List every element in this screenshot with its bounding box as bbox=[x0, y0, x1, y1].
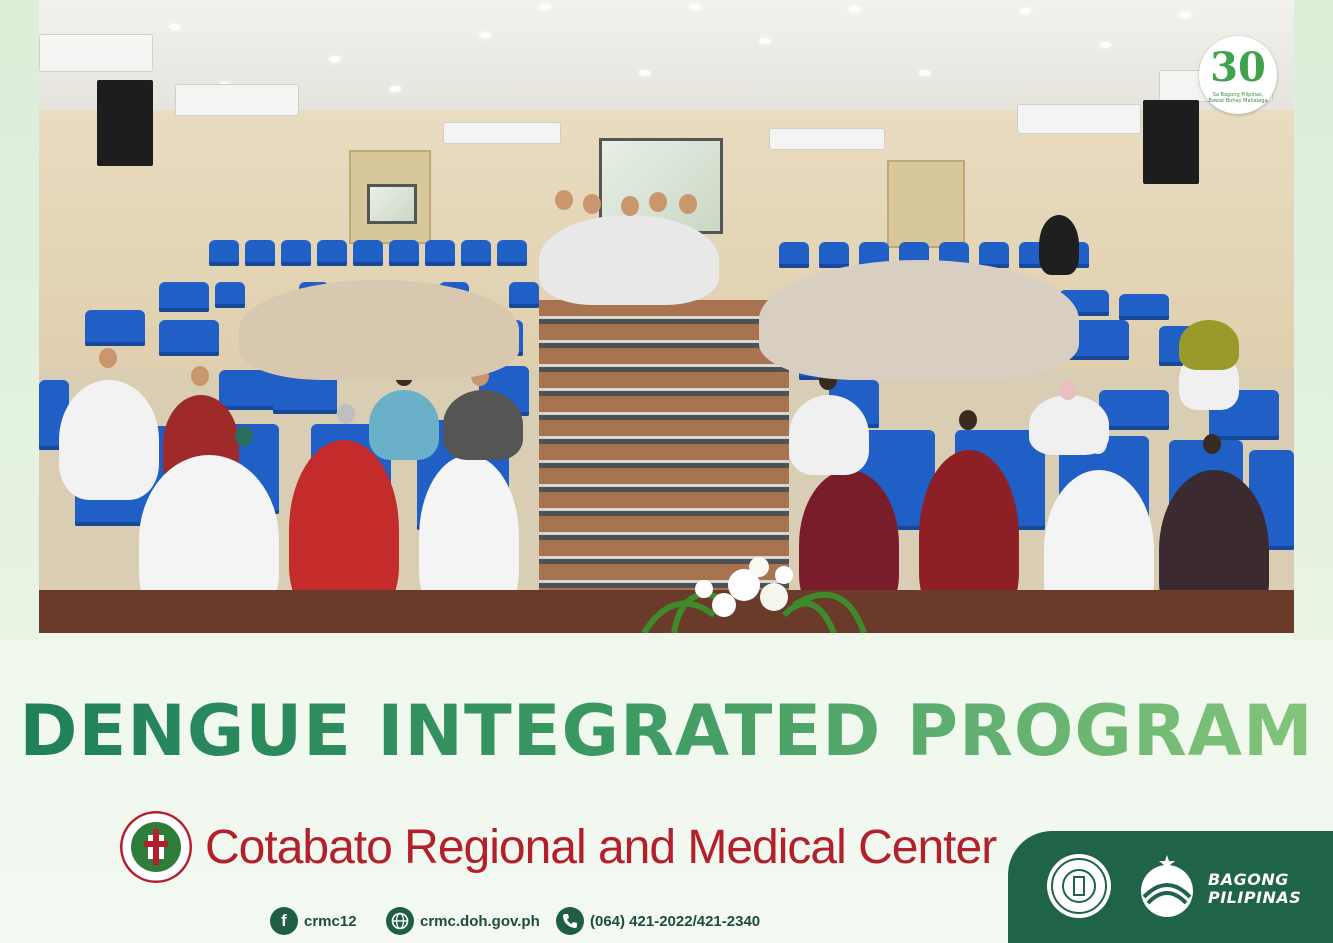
slogan-line-1: BAGONG bbox=[1208, 870, 1289, 889]
facebook-contact[interactable]: f crmc12 bbox=[270, 906, 357, 936]
bagong-pilipinas-text: BAGONG PILIPINAS bbox=[1208, 871, 1328, 907]
right-border bbox=[1293, 0, 1333, 640]
badge-number: 30 bbox=[1210, 44, 1266, 91]
aircon-unit bbox=[1017, 104, 1141, 134]
facebook-icon: f bbox=[270, 907, 298, 935]
anniversary-badge: 30 Sa Bagong Pilipinas, Bawat Buhay Maha… bbox=[1199, 36, 1277, 114]
aircon-unit bbox=[443, 122, 561, 144]
phone-icon bbox=[556, 907, 584, 935]
crmc-seal-icon bbox=[120, 811, 192, 883]
aircon-unit bbox=[175, 84, 299, 116]
speaker bbox=[1143, 100, 1199, 184]
website-url: crmc.doh.gov.ph bbox=[420, 912, 540, 930]
badge-tagline: Sa Bagong Pilipinas, Bawat Buhay Mahalag… bbox=[1208, 92, 1268, 104]
program-title: DENGUE INTEGRATED PROGRAM bbox=[0, 690, 1333, 772]
program-title-text: DENGUE INTEGRATED PROGRAM bbox=[19, 690, 1314, 772]
wall-monitor bbox=[367, 184, 417, 224]
speaker bbox=[97, 80, 153, 166]
phone-contact[interactable]: (064) 421-2022/421-2340 bbox=[556, 906, 760, 936]
bagong-pilipinas-emblem-icon bbox=[1141, 855, 1193, 917]
organization-name: Cotabato Regional and Medical Center bbox=[205, 821, 997, 874]
left-border bbox=[0, 0, 40, 640]
aircon-unit bbox=[769, 128, 885, 150]
branding-panel: BAGONG PILIPINAS bbox=[1008, 831, 1333, 943]
doh-seal-icon bbox=[1047, 854, 1111, 918]
facebook-handle: crmc12 bbox=[304, 912, 357, 930]
globe-icon bbox=[386, 907, 414, 935]
website-contact[interactable]: crmc.doh.gov.ph bbox=[386, 906, 540, 936]
phone-numbers: (064) 421-2022/421-2340 bbox=[590, 912, 761, 930]
flower-arrangement bbox=[641, 557, 867, 633]
group-photo: 30 Sa Bagong Pilipinas, Bawat Buhay Maha… bbox=[39, 0, 1294, 633]
slogan-line-2: PILIPINAS bbox=[1208, 888, 1302, 907]
aircon-unit bbox=[39, 34, 153, 72]
